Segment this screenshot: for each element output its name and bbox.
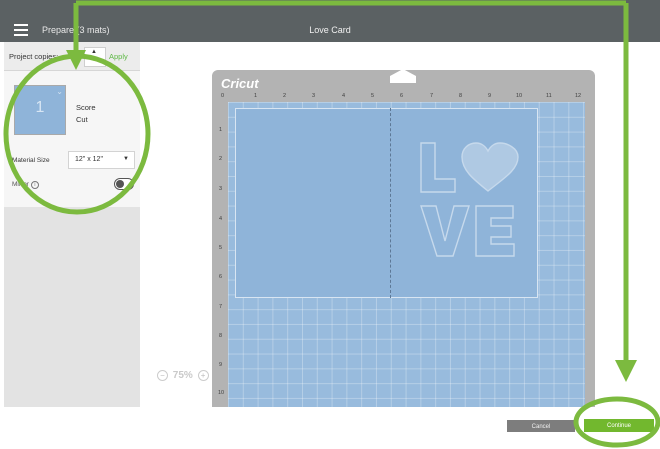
mat-preview-panel: Project copies: ▲ ▼ Apply 1 ⌄ Score Cut …	[4, 42, 140, 207]
ruler-top-label: 8	[459, 93, 463, 99]
love-artwork[interactable]	[418, 140, 522, 262]
ruler-left-label: 3	[219, 186, 223, 192]
page-title: Love Card	[309, 25, 351, 35]
ruler-left-label: 10	[218, 390, 225, 396]
ruler-top-label: 9	[488, 93, 492, 99]
mat-sidebar: Project copies: ▲ ▼ Apply 1 ⌄ Score Cut …	[4, 42, 140, 407]
mirror-toggle-knob	[116, 180, 124, 188]
caret-down-icon: ▼	[123, 156, 129, 162]
project-copies-row: Project copies: ▲ ▼ Apply	[4, 42, 140, 71]
material-size-value: 12" x 12"	[75, 156, 103, 163]
apply-button[interactable]: Apply	[109, 52, 128, 61]
chevron-down-icon: ⌄	[56, 87, 63, 96]
ruler-left-label: 9	[219, 362, 223, 368]
ruler-left-label: 8	[219, 333, 223, 339]
mirror-label: Mirror i	[12, 181, 39, 189]
zoom-control: − 75% +	[157, 370, 209, 381]
ruler-top-label: 2	[283, 93, 287, 99]
ruler-top-label: 0	[221, 93, 225, 99]
ruler-left-label: 5	[219, 245, 223, 251]
mirror-toggle[interactable]	[114, 178, 134, 190]
material-size-label: Material Size	[12, 157, 50, 164]
material-size-select[interactable]: 12" x 12" ▼	[68, 151, 135, 169]
ruler-top-label: 6	[400, 93, 404, 99]
ruler-left: 1 2 3 4 5 6 7 8 9 10	[218, 100, 227, 410]
cancel-button[interactable]: Cancel	[507, 420, 575, 432]
ruler-top-label: 11	[546, 93, 552, 99]
ruler-left-label: 1	[219, 127, 223, 133]
ruler-left-label: 6	[219, 274, 223, 280]
top-bar: Prepare (3 mats) Love Card	[0, 0, 660, 42]
zoom-in-icon[interactable]: +	[197, 370, 209, 381]
mirror-label-text: Mirror	[12, 181, 29, 188]
mat-number: 1	[35, 99, 45, 116]
ruler-top-label: 10	[516, 93, 523, 99]
score-line	[390, 108, 391, 298]
mat-thumbnail[interactable]: 1 ⌄	[14, 85, 66, 135]
zoom-out-icon[interactable]: −	[157, 370, 168, 381]
stepper-up-icon[interactable]: ▲	[91, 49, 97, 55]
stepper-down-icon[interactable]: ▼	[91, 57, 97, 63]
project-copies-label: Project copies:	[9, 52, 59, 61]
ruler-top-label: 7	[430, 93, 434, 99]
zoom-value: 75%	[172, 370, 193, 381]
project-copies-stepper[interactable]: ▲ ▼	[84, 47, 106, 67]
ruler-top-label: 12	[575, 93, 582, 99]
ruler-top: 0 1 2 3 4 5 6 7 8 9 10 11 12	[221, 93, 589, 102]
ruler-left-label: 7	[219, 304, 223, 310]
mat-tab-icon	[390, 69, 416, 83]
operation-cut-label: Cut	[76, 115, 88, 124]
ruler-top-label: 3	[312, 93, 316, 99]
continue-button[interactable]: Continue	[584, 419, 654, 432]
ruler-top-label: 4	[342, 93, 346, 99]
ruler-left-label: 2	[219, 156, 223, 162]
info-icon[interactable]: i	[30, 181, 39, 189]
footer-bar	[140, 407, 660, 449]
ruler-top-label: 5	[371, 93, 375, 99]
ruler-left-label: 4	[219, 216, 223, 222]
cricut-logo: Cricut	[221, 76, 259, 91]
operation-score-label: Score	[76, 103, 96, 112]
ruler-top-label: 1	[254, 93, 258, 99]
